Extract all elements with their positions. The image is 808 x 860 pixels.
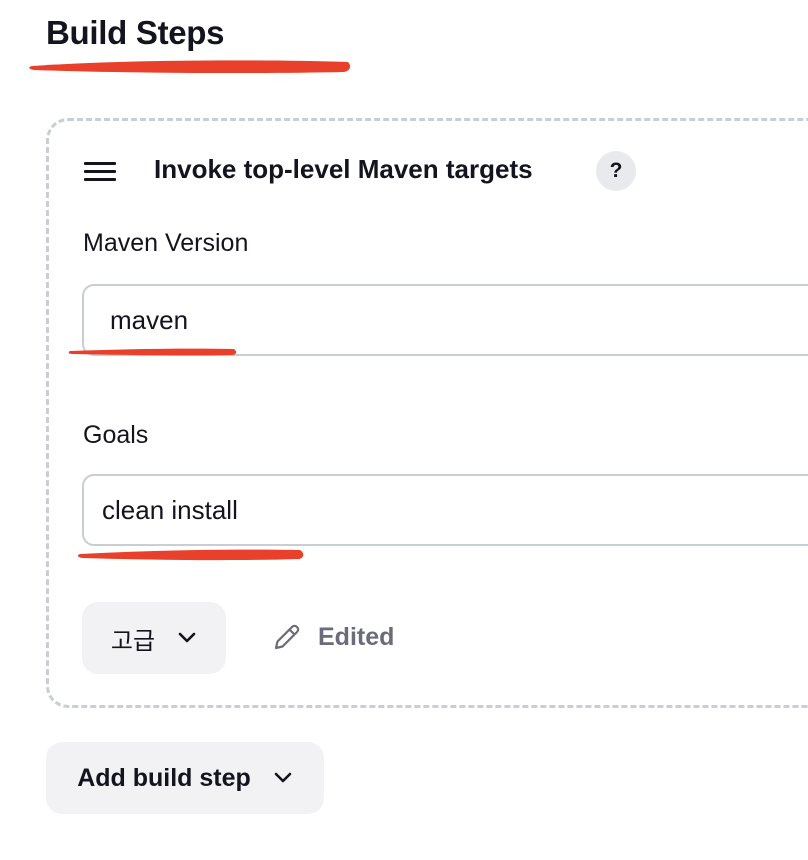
pencil-icon: [274, 624, 300, 650]
section-title: Build Steps: [46, 14, 225, 51]
help-icon: ?: [609, 159, 623, 182]
build-step-title: Invoke top-level Maven targets: [154, 154, 533, 184]
add-build-step-label: Add build step: [77, 763, 251, 792]
goals-label: Goals: [83, 421, 149, 449]
maven-version-label: Maven Version: [83, 229, 249, 257]
help-button[interactable]: ?: [596, 151, 636, 191]
build-steps-page: Build Steps Invoke top-level Maven targe…: [0, 0, 808, 860]
maven-version-input[interactable]: [82, 284, 808, 356]
goals-input[interactable]: [82, 474, 808, 546]
chevron-down-icon: [274, 772, 292, 783]
advanced-button[interactable]: 고급: [82, 602, 226, 674]
edited-label: Edited: [318, 622, 395, 651]
title-annotation-underline: [29, 60, 351, 74]
chevron-down-icon: [178, 632, 196, 643]
drag-handle-icon[interactable]: [84, 162, 116, 182]
add-build-step-button[interactable]: Add build step: [46, 742, 324, 814]
advanced-label: 고급: [110, 627, 156, 655]
edited-indicator: Edited: [272, 622, 394, 652]
